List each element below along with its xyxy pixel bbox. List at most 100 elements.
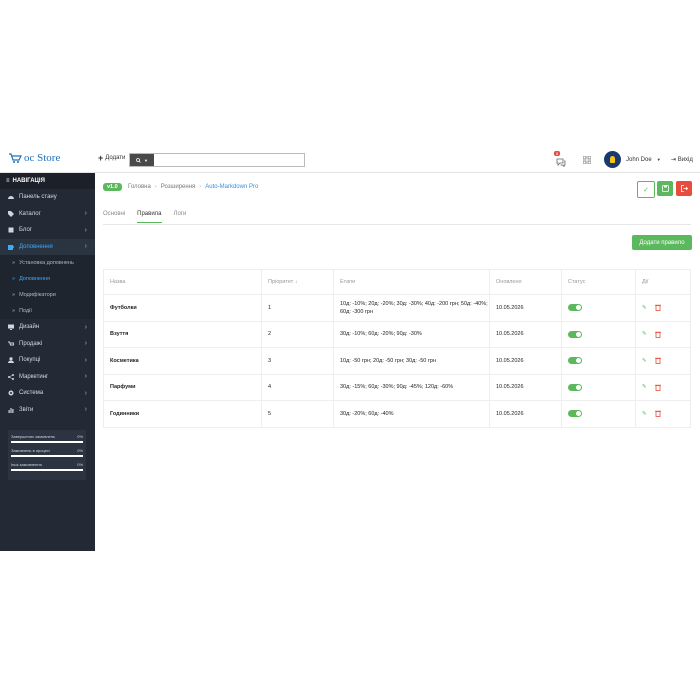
tab-rules[interactable]: Правила: [137, 211, 162, 223]
sidebar-item-label: Система: [19, 390, 44, 397]
notifications-button[interactable]: 8: [554, 151, 568, 168]
exit-button[interactable]: [676, 181, 692, 196]
rule-name: Взуття: [103, 320, 262, 348]
sidebar-item-dashboard[interactable]: Панель стану: [0, 189, 95, 206]
rule-stages: 30д: -15%; 60д: -30%; 90д: -45%; 120д: -…: [333, 373, 490, 401]
chevron-right-icon: ›: [84, 373, 87, 381]
logo-text: oc Store: [24, 152, 61, 164]
stat-progress-bar: [11, 469, 83, 471]
user-menu[interactable]: John Doe ▼: [604, 151, 661, 168]
sidebar-item-extensions[interactable]: Доповнення ›: [0, 238, 95, 255]
status-toggle[interactable]: [568, 383, 582, 391]
rule-updated: 10.05.2026: [489, 400, 562, 428]
add-button[interactable]: + Додати: [98, 154, 125, 163]
sidebar-item-system[interactable]: Система ›: [0, 385, 95, 402]
sidebar-item-marketing[interactable]: Маркетинг ›: [0, 369, 95, 386]
sidebar-subitem-modifications[interactable]: » Модифікатори: [0, 287, 95, 303]
rules-table: Назва Пріоритет ↓ Етапи Оновлено Статус …: [103, 269, 691, 428]
sidebar-item-design[interactable]: Дизайн ›: [0, 319, 95, 336]
column-header-name[interactable]: Назва: [103, 269, 262, 295]
status-toggle[interactable]: [568, 304, 582, 312]
avatar: [604, 151, 621, 168]
sidebar-item-label: Звіти: [19, 406, 34, 413]
sidebar-item-label: Доповнення: [19, 243, 53, 250]
sidebar-item-blog[interactable]: Блог ›: [0, 222, 95, 239]
stat-processing: Замовлень в процесі 0%: [8, 446, 86, 460]
sidebar-item-label: Покупці: [19, 357, 41, 364]
breadcrumb-extensions[interactable]: Розширення: [161, 184, 195, 190]
breadcrumb-home[interactable]: Головна: [128, 184, 151, 190]
chevron-right-icon: ›: [84, 356, 87, 364]
sidebar: ≡ НАВІГАЦІЯ Панель стану Каталог › Блог …: [0, 173, 95, 551]
sidebar-subitem-installer[interactable]: » Установка доповнень: [0, 255, 95, 271]
tab-general[interactable]: Основні: [103, 211, 125, 223]
bullet-icon: »: [12, 260, 16, 266]
sidebar-item-customers[interactable]: Покупці ›: [0, 352, 95, 369]
chat-icon: [556, 158, 566, 168]
trash-icon[interactable]: [654, 331, 661, 338]
trash-icon[interactable]: [654, 384, 661, 391]
table-row: Парфуми 4 30д: -15%; 60д: -30%; 90д: -45…: [103, 373, 691, 401]
store-grid-icon[interactable]: [583, 156, 591, 164]
sidebar-subitem-extensions[interactable]: » Доповнення: [0, 271, 95, 287]
status-toggle[interactable]: [568, 330, 582, 338]
sign-out-icon: ⇥: [671, 157, 677, 163]
sidebar-subitem-label: Доповнення: [19, 276, 51, 282]
trash-icon[interactable]: [654, 410, 661, 418]
chevron-right-icon: ›: [84, 226, 87, 234]
chevron-right-icon: ›: [84, 210, 87, 218]
puzzle-icon: [8, 244, 14, 250]
stat-progress-bar: [11, 441, 83, 443]
trash-icon[interactable]: [654, 357, 661, 365]
rule-name: Годинники: [103, 400, 262, 428]
status-toggle[interactable]: [568, 410, 582, 418]
breadcrumb-current[interactable]: Auto-Markdown Pro: [205, 184, 258, 190]
admin-app: oc Store + Додати ▼ 8 John Doe ▼ ⇥ Вихід…: [0, 147, 700, 551]
edit-icon[interactable]: ✎: [642, 358, 647, 364]
logout-button[interactable]: ⇥ Вихід: [671, 156, 693, 163]
edit-icon[interactable]: ✎: [642, 331, 647, 337]
sidebar-subitem-events[interactable]: » Події: [0, 303, 95, 319]
tab-logs[interactable]: Логи: [174, 211, 187, 223]
rule-stages: 10д: -50 грн; 20д: -50 грн; 30д: -50 грн: [333, 347, 490, 375]
column-header-priority[interactable]: Пріоритет ↓: [261, 269, 334, 295]
stat-other: Інші замовлення 0%: [8, 460, 86, 474]
bullet-icon: »: [12, 308, 16, 314]
apply-button[interactable]: ✓: [637, 181, 655, 198]
edit-icon[interactable]: ✎: [642, 411, 647, 417]
search-icon: [136, 157, 141, 163]
sidebar-header: ≡ НАВІГАЦІЯ: [0, 173, 95, 189]
status-toggle[interactable]: [568, 357, 582, 365]
logo[interactable]: oc Store: [8, 152, 60, 164]
stat-label: Замовлень в процесі: [11, 448, 50, 453]
stat-value: 0%: [77, 448, 83, 453]
rule-updated: 10.05.2026: [489, 294, 562, 322]
add-rule-button[interactable]: Додати правило: [632, 235, 692, 250]
chevron-right-icon: ›: [84, 340, 87, 348]
trash-icon[interactable]: [654, 304, 661, 312]
save-button[interactable]: [657, 181, 673, 196]
tag-icon: [8, 210, 14, 217]
search-type-dropdown[interactable]: ▼: [130, 154, 154, 166]
sidebar-item-sales[interactable]: Продажі ›: [0, 336, 95, 353]
rule-priority: 3: [261, 347, 334, 375]
rule-name: Футболки: [103, 294, 262, 322]
sidebar-item-label: Продажі: [19, 340, 43, 347]
column-header-updated: Оновлено: [489, 269, 562, 295]
search-input[interactable]: [154, 154, 304, 166]
rule-updated: 10.05.2026: [489, 347, 562, 375]
sidebar-item-reports[interactable]: Звіти ›: [0, 402, 95, 419]
sidebar-item-catalog[interactable]: Каталог ›: [0, 206, 95, 223]
check-icon: ✓: [643, 186, 649, 194]
user-name: John Doe: [626, 156, 652, 163]
edit-icon[interactable]: ✎: [642, 384, 647, 390]
breadcrumb-separator: ›: [199, 184, 202, 190]
rule-priority: 2: [261, 320, 334, 348]
edit-icon[interactable]: ✎: [642, 305, 647, 311]
book-icon: [8, 227, 14, 233]
table-row: Футболки 1 10д: -10%; 20д: -20%; 30д: -3…: [103, 294, 691, 322]
stat-value: 0%: [77, 434, 83, 439]
rule-name: Косметика: [103, 347, 262, 375]
table-row: Годинники 5 30д: -20%; 60д: -40% 10.05.2…: [103, 400, 691, 428]
caret-down-icon: ▼: [144, 157, 148, 163]
